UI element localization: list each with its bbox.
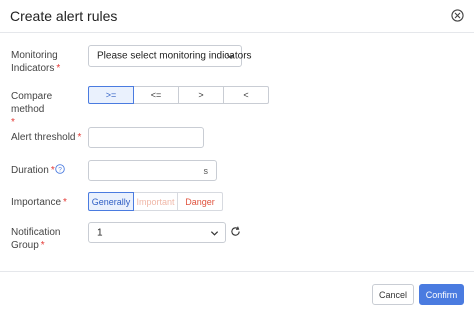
compare-option-lt[interactable]: < [223, 86, 269, 104]
compare-option-lte[interactable]: <= [133, 86, 179, 104]
chevron-down-icon [226, 54, 235, 59]
compare-option-gte[interactable]: >= [88, 86, 134, 104]
cancel-button[interactable]: Cancel [372, 284, 414, 305]
dialog-title: Create alert rules [10, 8, 118, 24]
create-alert-rules-dialog: Create alert rules Monitoring Indicators… [0, 0, 474, 316]
monitoring-indicators-select[interactable]: Please select monitoring indicators [88, 45, 252, 67]
close-icon[interactable] [451, 9, 464, 22]
monitoring-indicators-label: Monitoring Indicators * [11, 50, 61, 74]
compare-method-group: >= <= > < [88, 86, 269, 104]
chevron-down-icon [210, 230, 219, 236]
refresh-icon[interactable] [230, 226, 241, 237]
notification-group-label: Notification Group * [11, 227, 61, 251]
notification-group-value: 1 [97, 227, 103, 238]
importance-label: Importance * [11, 197, 67, 208]
help-icon[interactable]: ? [55, 164, 65, 174]
duration-label: Duration * [11, 165, 55, 176]
footer-divider [0, 271, 474, 272]
importance-option-important[interactable]: Important [133, 192, 178, 211]
dialog-header: Create alert rules [0, 0, 474, 33]
importance-option-danger[interactable]: Danger [177, 192, 223, 211]
confirm-button[interactable]: Confirm [419, 284, 464, 305]
compare-method-label: Compare method * [11, 91, 53, 128]
duration-unit: s [203, 165, 209, 176]
alert-threshold-input[interactable] [88, 127, 204, 148]
duration-input[interactable]: s [88, 160, 217, 181]
svg-text:?: ? [58, 166, 62, 173]
importance-option-generally[interactable]: Generally [88, 192, 134, 211]
importance-group: Generally Important Danger [88, 192, 223, 211]
notification-group-select[interactable]: 1 [88, 222, 226, 243]
compare-option-gt[interactable]: > [178, 86, 224, 104]
